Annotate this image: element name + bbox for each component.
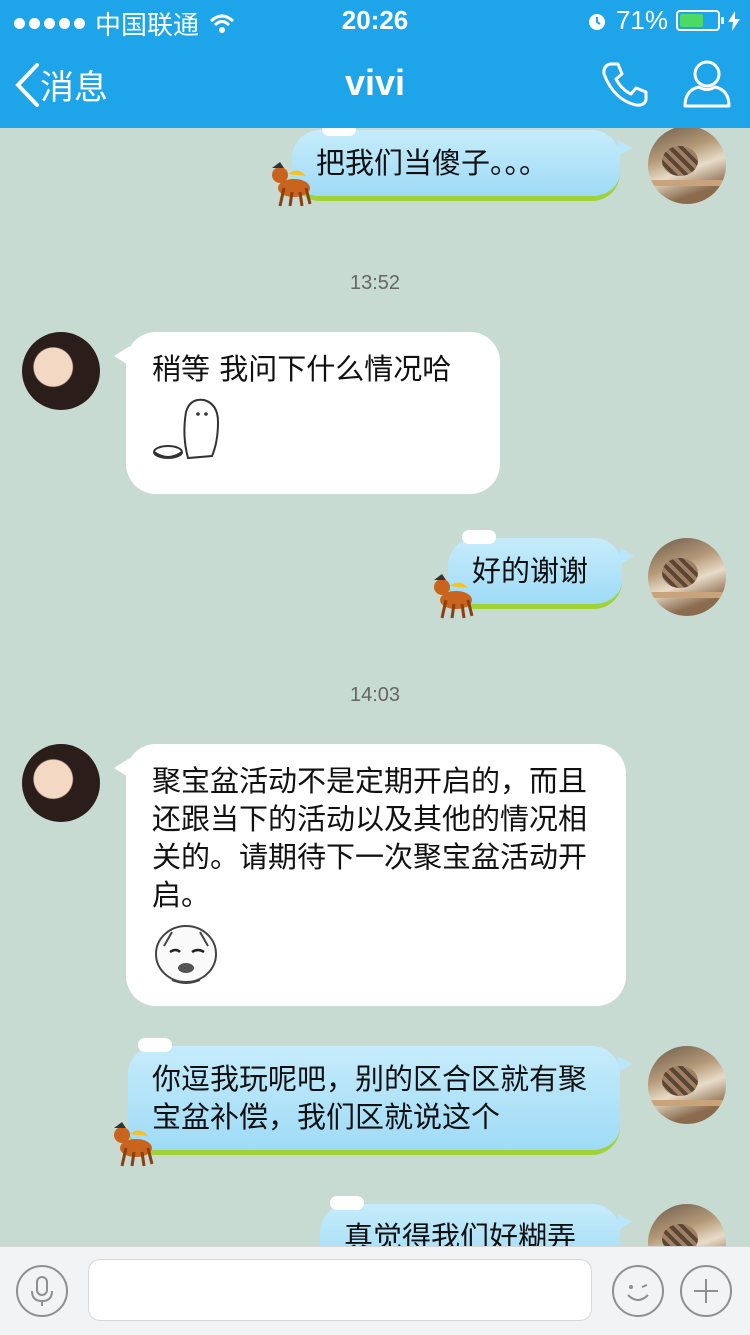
my-avatar[interactable] [648, 128, 726, 204]
voice-input-button[interactable] [16, 1265, 68, 1317]
message-input[interactable] [88, 1259, 592, 1321]
ghost-bowl-sticker [153, 398, 220, 460]
charging-bolt-icon [728, 10, 740, 31]
battery-percent: 71% [615, 5, 668, 35]
outgoing-message[interactable]: 真觉得我们好糊弄 [320, 1196, 632, 1246]
alarm-icon [588, 13, 605, 30]
message-timestamp: 14:03 [349, 684, 401, 706]
chat-header: 消息 vivi [0, 40, 750, 128]
horse-bubble-decoration-icon [272, 162, 312, 207]
plus-icon [694, 1279, 718, 1303]
bald-baby-face-sticker [155, 925, 217, 984]
battery-icon [676, 10, 724, 31]
outgoing-message[interactable]: 你逗我玩呢吧，别的区合区就有聚宝盆补偿，我们区就说这个 [128, 1038, 632, 1155]
horse-bubble-decoration-icon [434, 574, 474, 619]
message-list[interactable]: 把我们当傻子。。。 13:52 稍等 我问下什么情况哈 好的谢谢 14:03 聚… [0, 128, 750, 1246]
contact-avatar[interactable] [22, 332, 100, 410]
outgoing-message[interactable]: 把我们当傻子。。。 [292, 128, 632, 201]
horse-bubble-decoration-icon [114, 1122, 154, 1167]
input-bar [0, 1246, 750, 1335]
profile-icon[interactable] [682, 58, 732, 110]
contact-avatar[interactable] [22, 744, 100, 822]
my-avatar[interactable] [648, 1046, 726, 1124]
my-avatar[interactable] [648, 538, 726, 616]
more-options-button[interactable] [680, 1265, 732, 1317]
smiley-icon [627, 1284, 649, 1301]
microphone-icon [31, 1276, 53, 1306]
incoming-message[interactable]: 稍等 我问下什么情况哈 [114, 332, 500, 494]
phone-icon[interactable] [600, 60, 648, 108]
emoji-button[interactable] [612, 1265, 664, 1317]
my-avatar[interactable] [648, 1204, 726, 1246]
message-timestamp: 13:52 [349, 272, 401, 294]
status-bar: 中国联通 20:26 71% [0, 0, 750, 40]
incoming-message[interactable]: 聚宝盆活动不是定期开启的，而且还跟当下的活动以及其他的情况相关的。请期待下一次聚… [114, 744, 626, 1006]
